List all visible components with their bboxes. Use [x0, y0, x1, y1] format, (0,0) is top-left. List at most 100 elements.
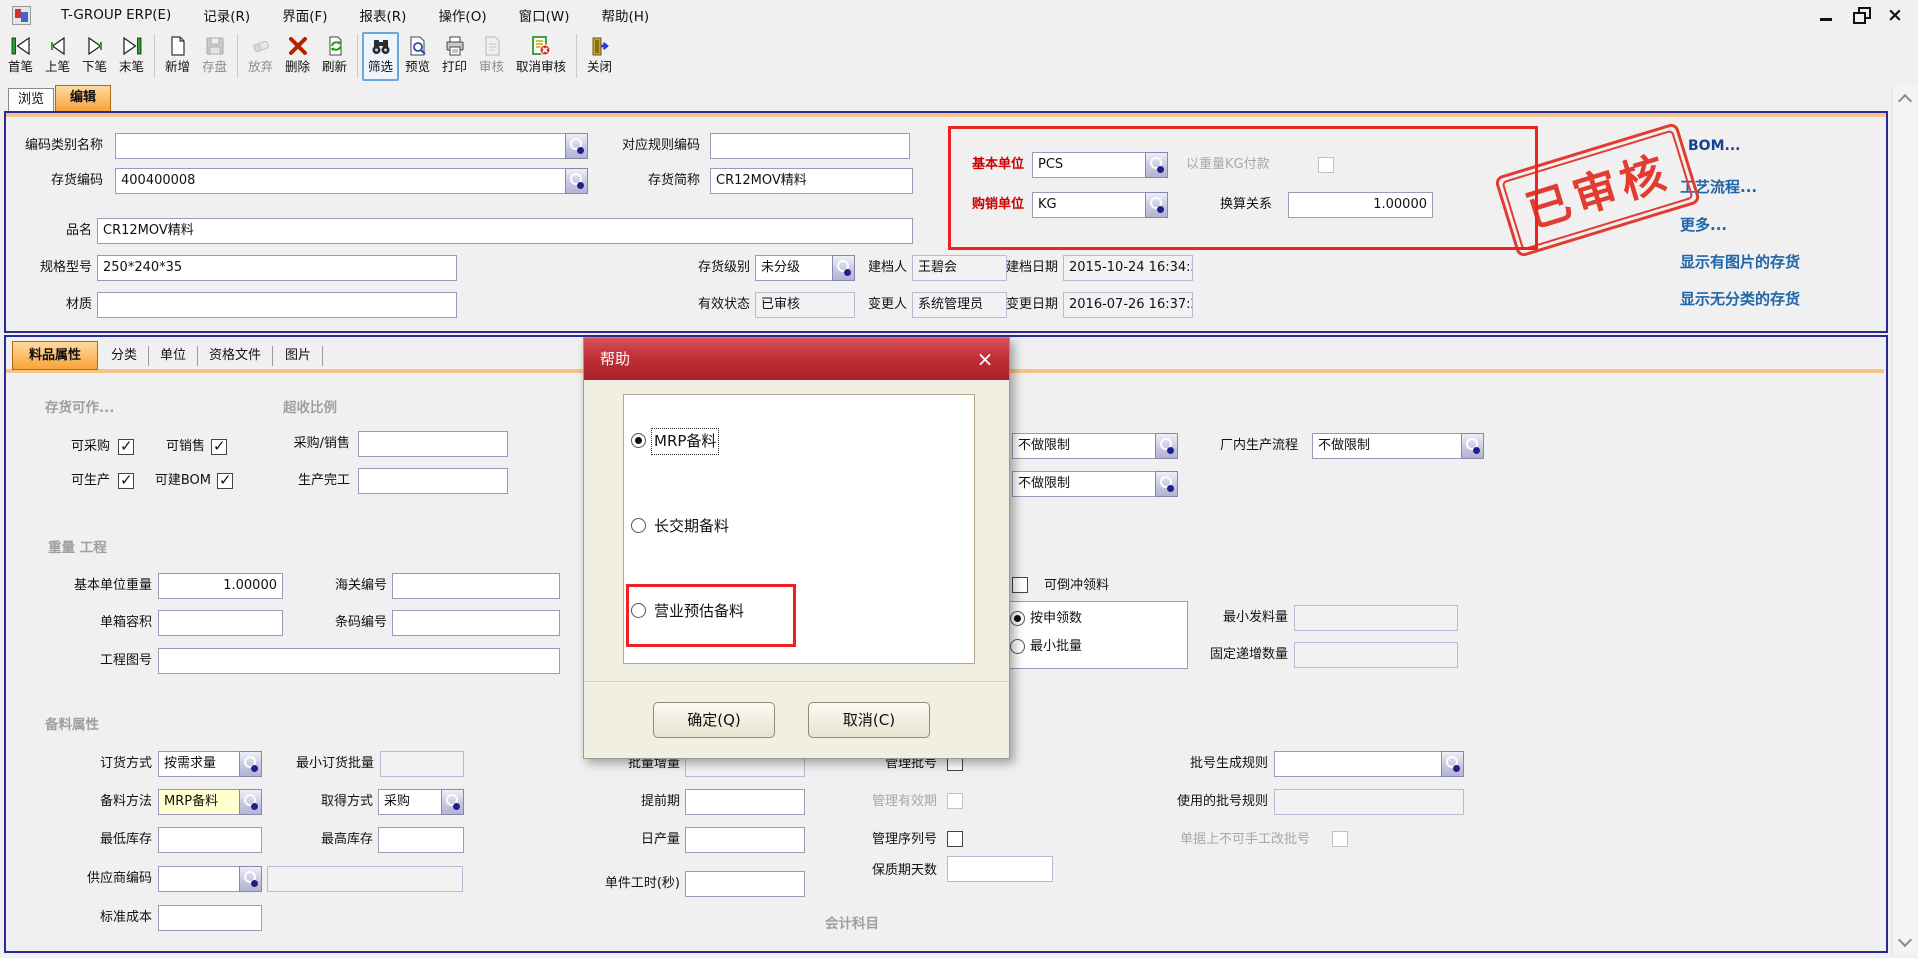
prod-finish-field[interactable]: [358, 468, 508, 494]
base-unit-field[interactable]: PCS: [1032, 152, 1168, 178]
first-record-button[interactable]: 首笔: [2, 32, 39, 81]
drawing-no-field[interactable]: [158, 648, 560, 674]
tab-pictures[interactable]: 图片: [274, 346, 323, 366]
daily-output-field[interactable]: [685, 827, 805, 853]
menu-interface[interactable]: 界面(F): [266, 5, 343, 25]
preview-button[interactable]: 预览: [399, 32, 436, 81]
lookup-icon[interactable]: [1145, 152, 1168, 178]
option-mrp-label[interactable]: MRP备料: [654, 431, 716, 452]
issue-min-batch-radio[interactable]: [1010, 639, 1025, 654]
backflush-checkbox[interactable]: [1012, 577, 1028, 593]
spec-model-field[interactable]: 250*240*35: [97, 255, 457, 281]
manage-serial-checkbox[interactable]: [947, 831, 963, 847]
tab-edit[interactable]: 编辑: [55, 85, 111, 111]
option-forecast-radio[interactable]: [631, 603, 646, 618]
last-record-button[interactable]: 末笔: [113, 32, 150, 81]
tab-units[interactable]: 单位: [149, 346, 198, 366]
minimize-icon[interactable]: [1816, 5, 1838, 25]
restrict-field-2[interactable]: 不做限制: [1012, 471, 1178, 497]
customs-code-field[interactable]: [392, 573, 560, 599]
menu-help[interactable]: 帮助(H): [586, 5, 666, 25]
can-purchase-checkbox[interactable]: [118, 439, 134, 455]
cancel-button[interactable]: 取消(C): [808, 702, 930, 738]
scroll-up-button[interactable]: [1894, 88, 1916, 110]
stock-code-field[interactable]: 400400008: [115, 168, 588, 194]
order-method-field[interactable]: 按需求量: [158, 751, 262, 777]
lookup-icon[interactable]: [1441, 751, 1464, 777]
batch-rule-field[interactable]: [1274, 751, 1464, 777]
cancel-audit-button[interactable]: 取消审核: [510, 32, 572, 81]
print-button[interactable]: 打印: [436, 32, 473, 81]
menu-record[interactable]: 记录(R): [187, 5, 266, 25]
factory-flow-field[interactable]: 不做限制: [1312, 433, 1484, 459]
material-field[interactable]: [97, 292, 457, 318]
close-button[interactable]: 关闭: [581, 32, 618, 81]
lookup-icon[interactable]: [441, 789, 464, 815]
dialog-titlebar[interactable]: 帮助: [584, 338, 1009, 380]
box-volume-field[interactable]: [158, 610, 283, 636]
lookup-icon[interactable]: [239, 866, 262, 892]
tab-browse[interactable]: 浏览: [8, 88, 54, 111]
lookup-icon[interactable]: [239, 751, 262, 777]
unit-work-sec-field[interactable]: [685, 871, 805, 897]
dialog-close-icon[interactable]: ×: [973, 347, 997, 371]
acquire-method-field[interactable]: 采购: [378, 789, 464, 815]
min-stock-field[interactable]: [158, 827, 262, 853]
new-icon: [166, 34, 190, 58]
close-window-icon[interactable]: ×: [1884, 5, 1906, 25]
fixed-increment-field: [1294, 642, 1458, 668]
max-stock-field[interactable]: [378, 827, 464, 853]
option-mrp-radio[interactable]: [631, 433, 646, 448]
link-show-with-picture[interactable]: 显示有图片的存货: [1680, 251, 1800, 272]
prep-method-field[interactable]: MRP备料: [158, 789, 262, 815]
prev-record-button[interactable]: 上笔: [39, 32, 76, 81]
issue-by-request-radio[interactable]: [1010, 611, 1025, 626]
menu-tgroup-erp[interactable]: T-GROUP ERP(E): [45, 7, 187, 23]
shelf-days-field[interactable]: [947, 856, 1053, 882]
tab-item-attributes[interactable]: 料品属性: [12, 341, 98, 370]
option-long-lead-label[interactable]: 长交期备料: [654, 516, 729, 537]
link-more[interactable]: 更多...: [1680, 214, 1727, 235]
link-bom[interactable]: BOM...: [1688, 138, 1740, 154]
lookup-icon[interactable]: [239, 789, 262, 815]
next-record-button[interactable]: 下笔: [76, 32, 113, 81]
lookup-icon[interactable]: [1145, 192, 1168, 218]
vertical-scrollbar[interactable]: [1892, 86, 1918, 955]
restrict-field-1[interactable]: 不做限制: [1012, 433, 1178, 459]
new-button[interactable]: 新增: [159, 32, 196, 81]
lookup-icon[interactable]: [565, 168, 588, 194]
restore-icon[interactable]: [1850, 5, 1872, 25]
menu-operation[interactable]: 操作(O): [422, 5, 502, 25]
option-forecast-label[interactable]: 营业预估备料: [654, 601, 744, 622]
refresh-button[interactable]: 刷新: [316, 32, 353, 81]
scroll-down-button[interactable]: [1894, 931, 1916, 953]
option-long-lead-radio[interactable]: [631, 518, 646, 533]
supplier-code-field[interactable]: [158, 866, 262, 892]
menu-window[interactable]: 窗口(W): [503, 5, 586, 25]
product-name-field[interactable]: CR12MOV精料: [97, 218, 913, 244]
rule-code-field[interactable]: [710, 133, 910, 159]
lead-time-field[interactable]: [685, 789, 805, 815]
purchase-sale-field[interactable]: [358, 431, 508, 457]
std-cost-field[interactable]: [158, 905, 262, 931]
stock-shortname-field[interactable]: CR12MOV精料: [710, 168, 913, 194]
lookup-icon[interactable]: [1155, 471, 1178, 497]
filter-button[interactable]: 筛选: [362, 32, 399, 81]
can-sell-checkbox[interactable]: [211, 439, 227, 455]
delete-button[interactable]: 删除: [279, 32, 316, 81]
can-bom-checkbox[interactable]: [217, 473, 233, 489]
stock-level-field[interactable]: 未分级: [755, 255, 855, 281]
ok-button[interactable]: 确定(Q): [653, 702, 775, 738]
lookup-icon[interactable]: [565, 133, 588, 159]
base-unit-weight-field[interactable]: 1.00000: [158, 573, 283, 599]
conversion-field[interactable]: 1.00000: [1288, 192, 1433, 218]
coding-category-field[interactable]: [115, 133, 588, 159]
tab-classification[interactable]: 分类: [100, 346, 149, 366]
barcode-field[interactable]: [392, 610, 560, 636]
lookup-icon[interactable]: [1155, 433, 1178, 459]
lookup-icon[interactable]: [1461, 433, 1484, 459]
link-show-unclassified[interactable]: 显示无分类的存货: [1680, 288, 1800, 309]
trade-unit-field[interactable]: KG: [1032, 192, 1168, 218]
menu-report[interactable]: 报表(R): [344, 5, 423, 25]
tab-qualification-files[interactable]: 资格文件: [198, 346, 273, 366]
